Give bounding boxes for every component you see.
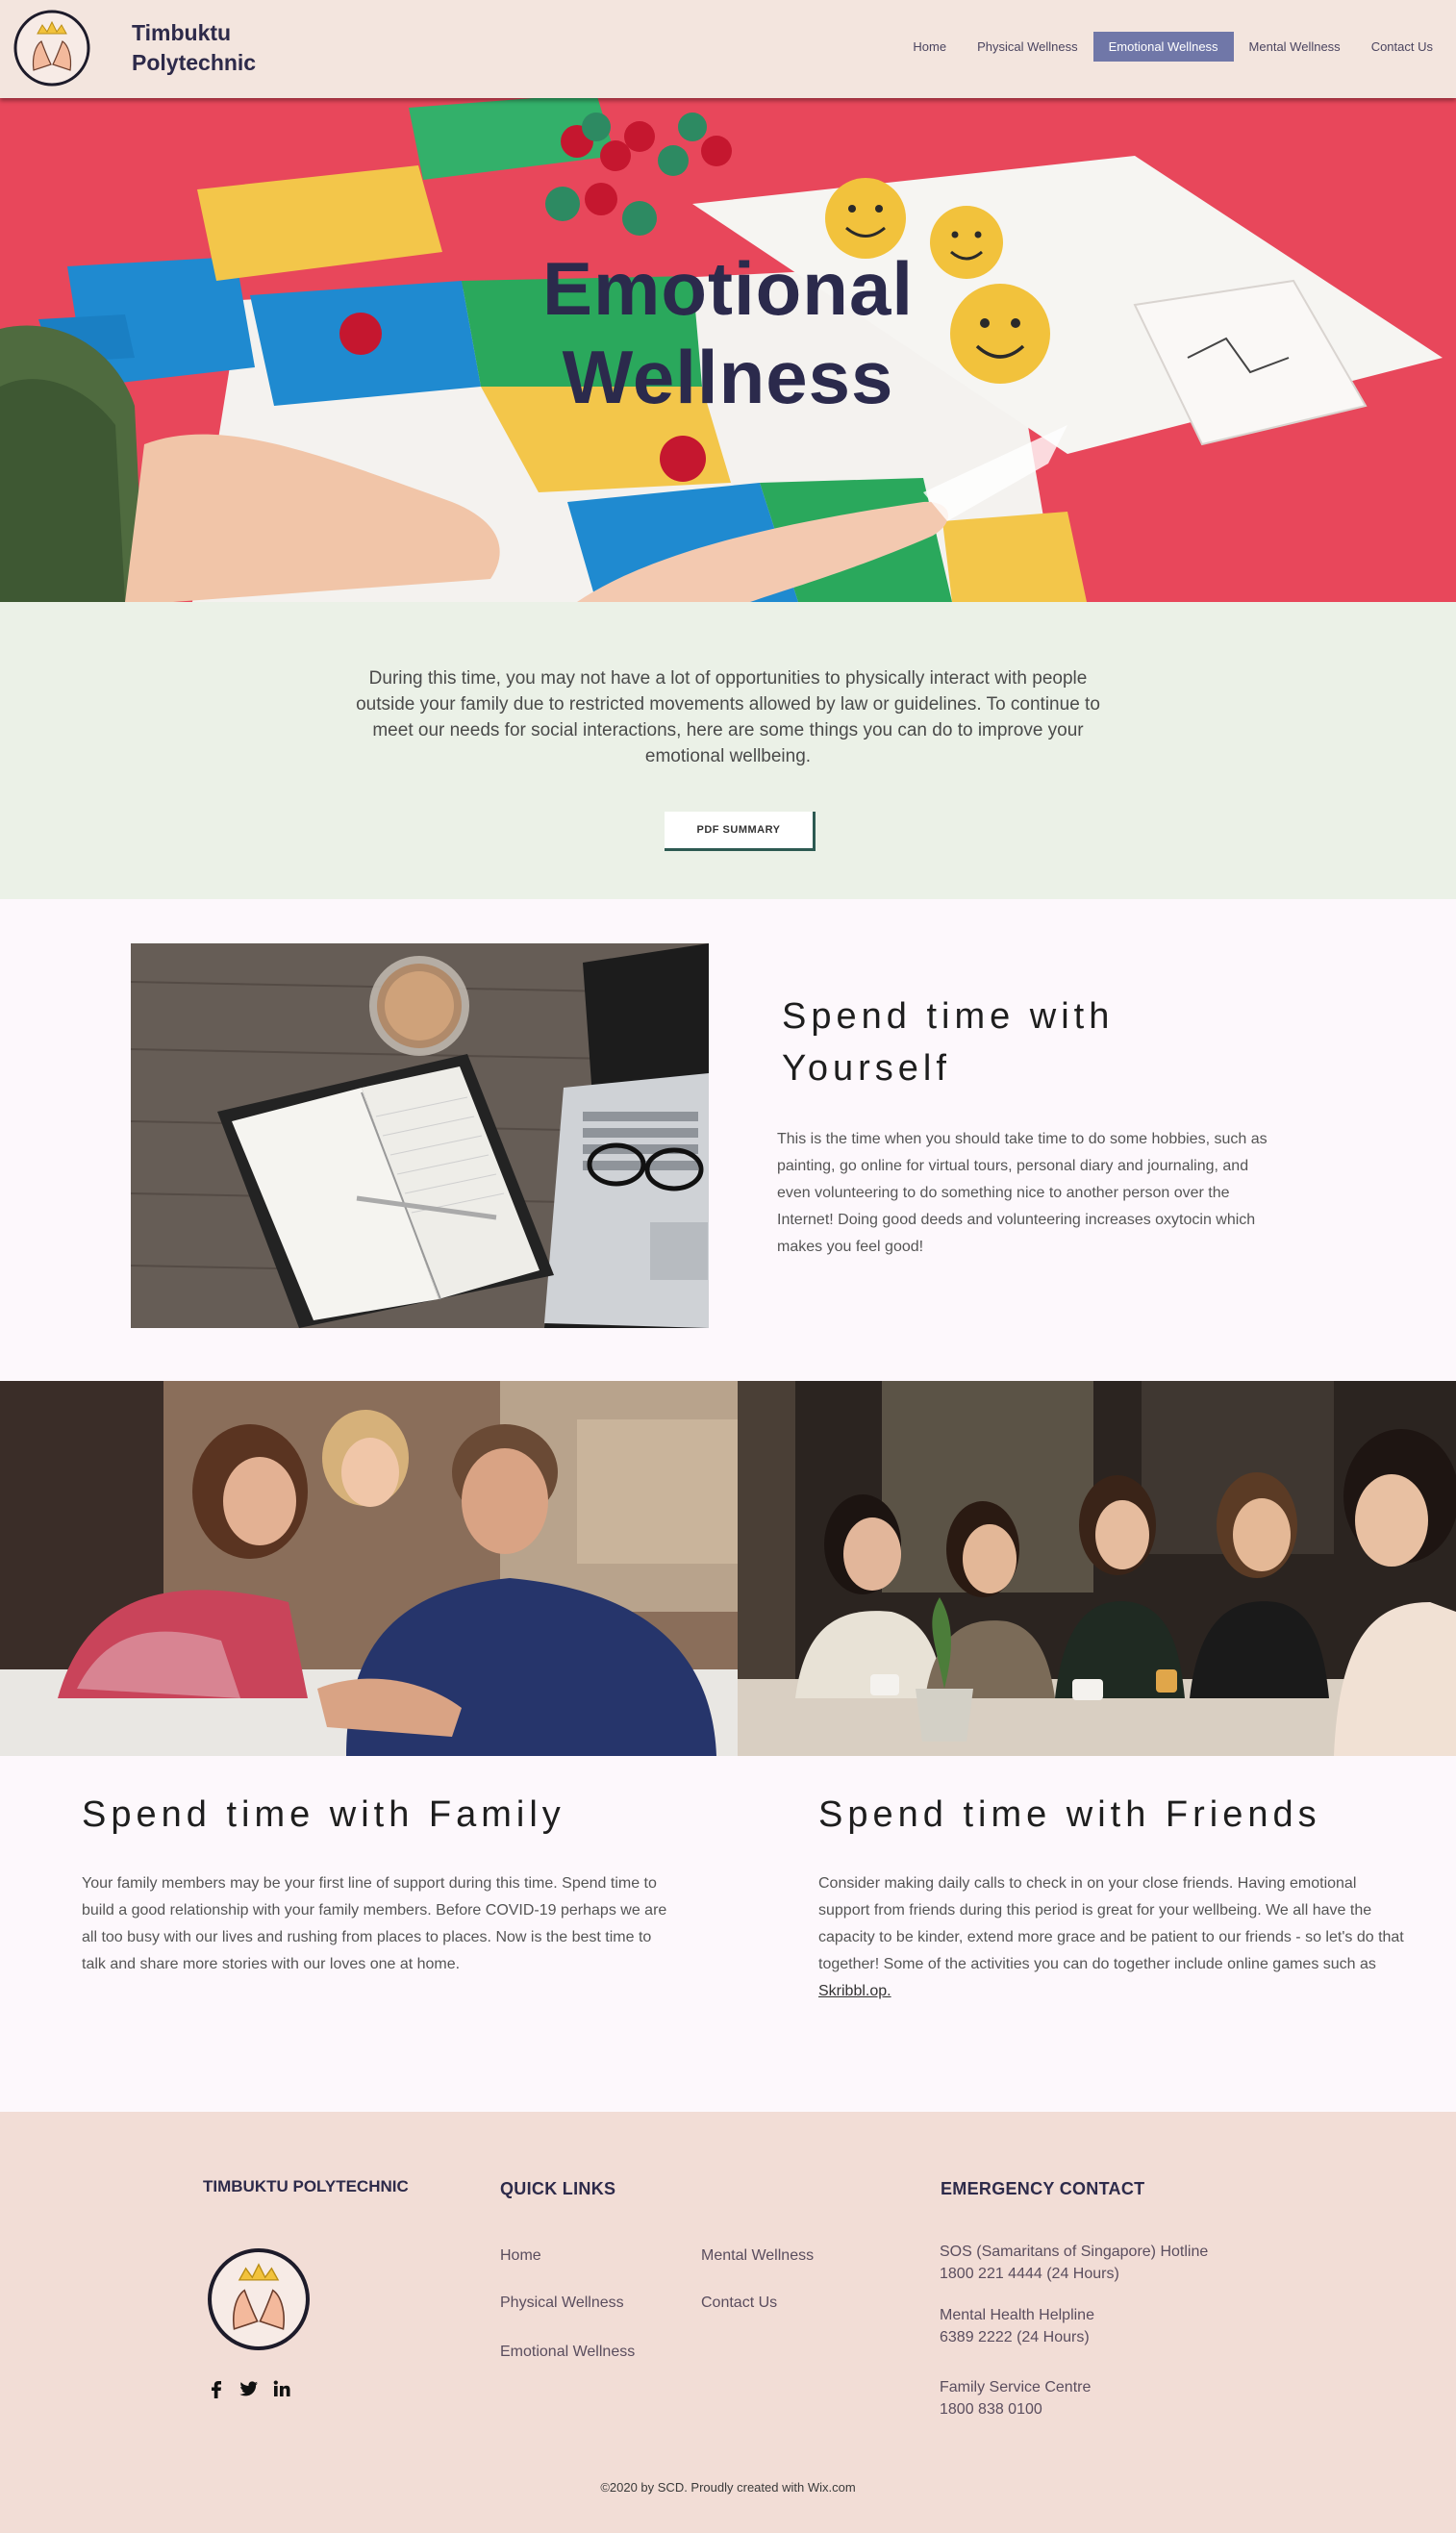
footer-link-home[interactable]: Home: [500, 2247, 541, 2265]
yourself-heading-line-2: Yourself: [782, 1048, 951, 1089]
family-heading: Spend time with Family: [82, 1794, 565, 1835]
yourself-section: Spend time with Yourself This is the tim…: [0, 899, 1456, 1381]
contact-sos: SOS (Samaritans of Singapore) Hotline 18…: [940, 2241, 1208, 2285]
hero-title-line-1: Emotional: [541, 246, 914, 331]
family-photo: [0, 1381, 738, 1756]
brand-line-1: Timbuktu: [132, 20, 232, 45]
yourself-heading: Spend time with Yourself: [782, 991, 1320, 1094]
contact-mental-health-name: Mental Health Helpline: [940, 2307, 1094, 2323]
brand-name[interactable]: Timbuktu Polytechnic: [132, 18, 256, 78]
contact-mental-health-number: 6389 2222 (24 Hours): [940, 2329, 1090, 2345]
crown-hands-logo-icon: [13, 10, 90, 87]
friends-body: Consider making daily calls to check in …: [818, 1870, 1405, 2005]
nav-physical-wellness[interactable]: Physical Wellness: [962, 32, 1093, 62]
nav-emotional-wellness[interactable]: Emotional Wellness: [1092, 32, 1234, 62]
friends-photo: [738, 1381, 1456, 1756]
desk-notebook-image: [131, 943, 709, 1328]
linkedin-icon[interactable]: [271, 2378, 292, 2399]
family-friends-section: Spend time with Family Your family membe…: [0, 1756, 1456, 2112]
site-header: Timbuktu Polytechnic Home Physical Welln…: [0, 0, 1456, 98]
site-footer: TIMBUKTU POLYTECHNIC QUICK LINKS Home Ph…: [0, 2112, 1456, 2533]
twitter-icon[interactable]: [238, 2378, 260, 2399]
footer-link-emotional-wellness[interactable]: Emotional Wellness: [500, 2344, 635, 2361]
pdf-summary-button[interactable]: PDF SUMMARY: [665, 812, 816, 851]
yourself-heading-line-1: Spend time with: [782, 996, 1115, 1037]
nav-contact-us[interactable]: Contact Us: [1356, 32, 1456, 62]
quick-links-heading: QUICK LINKS: [500, 2179, 616, 2198]
contact-sos-name: SOS (Samaritans of Singapore) Hotline: [940, 2244, 1209, 2260]
footer-brand: TIMBUKTU POLYTECHNIC: [203, 2177, 409, 2195]
friends-body-text: Consider making daily calls to check in …: [818, 1875, 1404, 1972]
contact-family-service-name: Family Service Centre: [940, 2379, 1092, 2395]
hero-banner: Emotional Wellness: [0, 98, 1456, 602]
contact-family-service-number: 1800 838 0100: [940, 2401, 1042, 2418]
footer-link-physical-wellness[interactable]: Physical Wellness: [500, 2295, 624, 2312]
footer-link-mental-wellness[interactable]: Mental Wellness: [701, 2247, 814, 2265]
skribbl-link[interactable]: Skribbl.op.: [818, 1983, 891, 1999]
intro-section: During this time, you may not have a lot…: [0, 602, 1456, 899]
copyright: ©2020 by SCD. Proudly created with Wix.c…: [600, 2480, 856, 2495]
footer-logo[interactable]: [206, 2246, 312, 2352]
facebook-icon[interactable]: [206, 2378, 227, 2399]
emergency-contact-heading: EMERGENCY CONTACT: [941, 2179, 1145, 2198]
intro-text: During this time, you may not have a lot…: [356, 668, 1100, 766]
nav-mental-wellness[interactable]: Mental Wellness: [1234, 32, 1356, 62]
crown-hands-logo-icon: [208, 2248, 310, 2350]
hero-title-line-2: Wellness: [562, 335, 894, 419]
contact-mental-health: Mental Health Helpline 6389 2222 (24 Hou…: [940, 2304, 1094, 2348]
contact-family-service: Family Service Centre 1800 838 0100: [940, 2376, 1091, 2420]
logo[interactable]: [13, 9, 91, 88]
brand-line-2: Polytechnic: [132, 50, 257, 75]
friends-heading: Spend time with Friends: [818, 1794, 1321, 1835]
nav-home[interactable]: Home: [897, 32, 962, 62]
family-body: Your family members may be your first li…: [82, 1875, 667, 1972]
hero-title: Emotional Wellness: [0, 244, 1456, 421]
social-links: [206, 2378, 292, 2399]
footer-link-contact-us[interactable]: Contact Us: [701, 2295, 777, 2312]
contact-sos-number: 1800 221 4444 (24 Hours): [940, 2266, 1119, 2282]
yourself-body: This is the time when you should take ti…: [777, 1131, 1268, 1255]
main-nav: Home Physical Wellness Emotional Wellnes…: [897, 32, 1456, 62]
photo-row: [0, 1381, 1456, 1756]
